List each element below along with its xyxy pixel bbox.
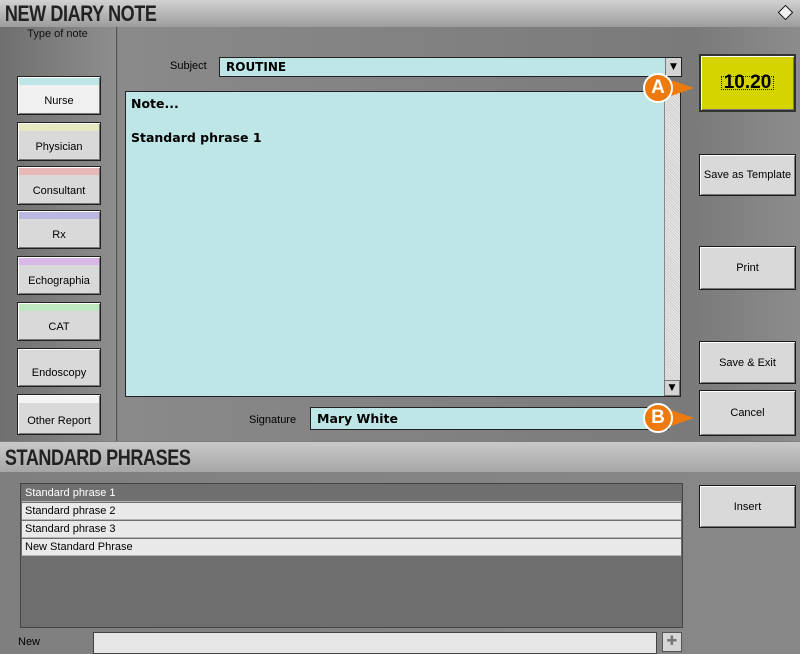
subject-label: Subject	[170, 60, 207, 72]
new-phrase-input[interactable]	[93, 632, 657, 654]
note-type-label: Type of note	[27, 28, 88, 40]
diamond-icon[interactable]	[777, 4, 794, 21]
color-strip	[19, 212, 99, 219]
list-item[interactable]: Standard phrase 1	[22, 485, 681, 502]
note-type-rx-button[interactable]: Rx	[17, 210, 101, 249]
save-and-exit-button[interactable]: Save & Exit	[699, 341, 796, 384]
cancel-button[interactable]: Cancel	[699, 390, 796, 436]
color-strip	[19, 396, 99, 403]
note-type-echographia-button[interactable]: Echographia	[17, 256, 101, 295]
color-strip	[19, 350, 99, 357]
color-strip	[19, 304, 99, 311]
button-label: Echographia	[28, 275, 90, 287]
new-phrase-label: New	[18, 636, 41, 648]
window-header: NEW DIARY NOTE	[0, 0, 800, 27]
color-strip	[19, 124, 99, 131]
button-label: Rx	[52, 229, 66, 241]
subject-value: ROUTINE	[226, 60, 287, 74]
standard-phrases-list[interactable]: Standard phrase 1 Standard phrase 2 Stan…	[20, 483, 683, 628]
color-strip	[19, 78, 99, 85]
callout-b-badge: B	[643, 403, 673, 433]
note-text-line: Note...	[131, 96, 179, 111]
note-type-consultant-button[interactable]: Consultant	[17, 166, 101, 205]
button-label: Endoscopy	[31, 367, 87, 379]
note-text-line: Standard phrase 1	[131, 130, 262, 145]
print-button[interactable]: Print	[699, 246, 796, 290]
note-type-physician-button[interactable]: Physician	[17, 122, 101, 161]
scroll-down-icon[interactable]: ▼	[664, 380, 680, 396]
save-as-template-button[interactable]: Save as Template	[699, 154, 796, 196]
button-label: Physician	[35, 141, 83, 153]
signature-label: Signature	[249, 414, 297, 426]
standard-phrases-title: STANDARD PHRASES	[4, 445, 191, 470]
subject-dropdown[interactable]: ROUTINE ▼	[219, 57, 682, 77]
list-item[interactable]: Standard phrase 3	[22, 521, 681, 538]
color-strip	[19, 258, 99, 265]
callout-a-badge: A	[643, 73, 673, 103]
note-textarea[interactable]: Note... Standard phrase 1 ▼	[125, 91, 681, 397]
time-value: 10.20	[720, 73, 775, 92]
time-button[interactable]: 10.20	[699, 54, 796, 112]
button-label: Nurse	[44, 95, 74, 107]
color-strip	[19, 168, 99, 175]
list-item[interactable]: New Standard Phrase	[22, 539, 681, 556]
note-type-endoscopy-button[interactable]: Endoscopy	[17, 348, 101, 387]
insert-button[interactable]: Insert	[699, 485, 796, 528]
button-label: CAT	[48, 321, 70, 333]
plus-icon[interactable]: ✚	[662, 632, 682, 652]
button-label: Other Report	[27, 415, 91, 427]
callout-a: A	[643, 73, 699, 103]
note-type-other-report-button[interactable]: Other Report	[17, 394, 101, 435]
standard-phrases-header: STANDARD PHRASES	[0, 442, 800, 472]
note-type-cat-button[interactable]: CAT	[17, 302, 101, 341]
signature-field[interactable]: Mary White	[310, 407, 669, 430]
note-type-nurse-button[interactable]: Nurse	[17, 76, 101, 115]
list-item[interactable]: Standard phrase 2	[22, 503, 681, 520]
button-label: Consultant	[32, 185, 86, 197]
callout-b: B	[643, 403, 699, 433]
note-scrollbar[interactable]	[664, 92, 680, 396]
window-title: NEW DIARY NOTE	[4, 1, 157, 26]
